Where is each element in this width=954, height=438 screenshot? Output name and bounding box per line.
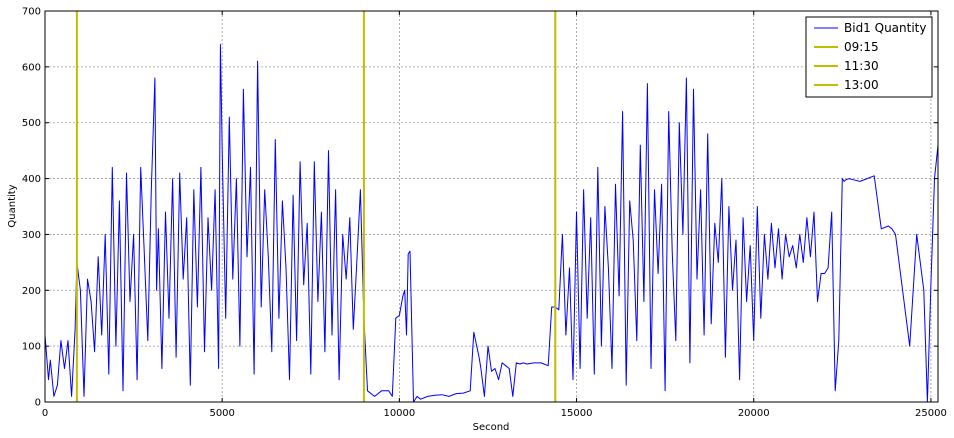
y-tick-label: 500 xyxy=(22,118,41,129)
chart: 0 5000 10000 15000 20000 25000 0 100 200 300 400 50… xyxy=(7,7,947,434)
legend-entry-label: Bid1 Quantity xyxy=(844,21,927,35)
series-line-bid1-quantity xyxy=(44,44,939,403)
legend: Bid1 Quantity 09:15 11:30 13:00 xyxy=(805,16,933,98)
x-tick-label: 15000 xyxy=(561,408,593,419)
y-tick-label: 100 xyxy=(22,342,41,353)
y-tick-label: 700 xyxy=(22,7,41,18)
plot-area xyxy=(44,11,939,403)
y-tick-label: 300 xyxy=(22,230,41,241)
x-axis-label: Second xyxy=(473,422,510,433)
x-tick-label: 20000 xyxy=(738,408,770,419)
x-tick-label: 0 xyxy=(42,408,48,419)
x-tick-label: 25000 xyxy=(915,408,947,419)
y-tick-label: 400 xyxy=(22,174,41,185)
y-tick-label: 200 xyxy=(22,286,41,297)
y-tick-label: 600 xyxy=(22,62,41,73)
legend-entry-label: 13:00 xyxy=(844,78,879,92)
legend-entry-label: 09:15 xyxy=(844,40,879,54)
x-tick-label: 5000 xyxy=(209,408,234,419)
x-tick-label: 10000 xyxy=(383,408,415,419)
y-axis-label: Quantity xyxy=(7,184,18,227)
y-tick-label: 0 xyxy=(35,398,41,409)
legend-entry-label: 11:30 xyxy=(844,59,879,73)
